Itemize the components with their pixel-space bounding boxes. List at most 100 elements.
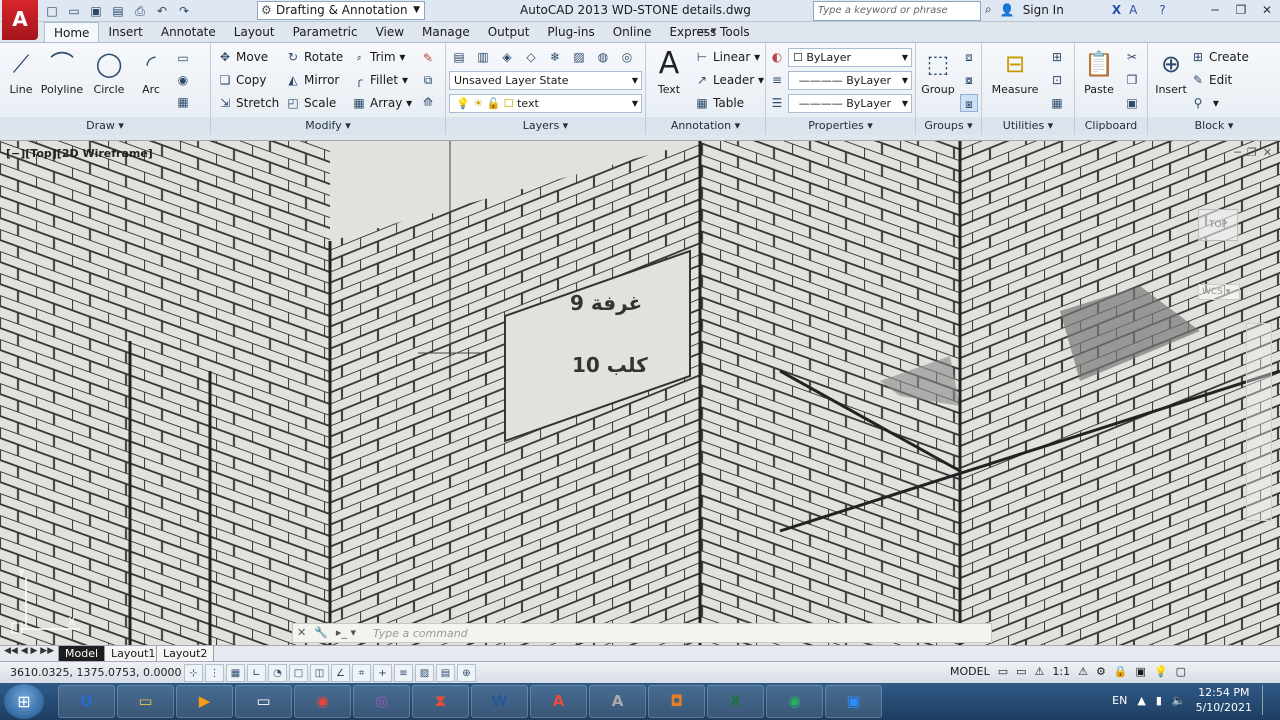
block-panel-label[interactable]: Block ▾ bbox=[1148, 117, 1280, 135]
isolate-objects-icon[interactable]: 💡 bbox=[1154, 665, 1168, 678]
linear-dimension-button[interactable]: ⊢ Linear ▾ bbox=[694, 47, 760, 67]
match-properties-icon[interactable]: ◐ bbox=[768, 48, 786, 66]
quick-view-drawings-icon[interactable]: ▭ bbox=[1016, 665, 1026, 678]
clipboard-panel-label[interactable]: Clipboard bbox=[1075, 117, 1147, 135]
quick-select-icon[interactable]: ⊞ bbox=[1048, 48, 1066, 66]
offset-icon[interactable]: ⟰ bbox=[419, 93, 437, 111]
undo-icon[interactable]: ↶ bbox=[154, 3, 170, 19]
mirror-button[interactable]: ◭ Mirror bbox=[285, 70, 339, 90]
file-explorer-icon[interactable]: ▭ bbox=[117, 685, 174, 718]
drawing-viewport[interactable]: [−][Top][2D Wireframe] ─ ❐ ✕ 9 غرفة 10 ك… bbox=[0, 140, 1280, 645]
clean-screen-icon[interactable]: ▢ bbox=[1176, 665, 1186, 678]
remote-desktop-icon[interactable]: ▭ bbox=[235, 685, 292, 718]
leader-button[interactable]: ↗ Leader ▾ bbox=[694, 70, 764, 90]
infer-constraints-icon[interactable]: ⊹ bbox=[184, 664, 203, 682]
rectangle-icon[interactable]: ▭ bbox=[174, 49, 192, 67]
coordinates-readout[interactable]: 3610.0325, 1375.0753, 0.0000 bbox=[10, 666, 181, 679]
zoom-icon[interactable]: ▣ bbox=[825, 685, 882, 718]
text-button[interactable]: A Text bbox=[652, 47, 686, 97]
workspace-switch-icon[interactable]: ⚙ bbox=[1096, 665, 1106, 678]
stretch-button[interactable]: ⇲ Stretch bbox=[217, 93, 279, 113]
calculator-icon[interactable]: ▦ bbox=[1048, 94, 1066, 112]
sign-in-link[interactable]: Sign In bbox=[1023, 3, 1064, 17]
3d-osnap-icon[interactable]: ◫ bbox=[310, 664, 329, 682]
plot-icon[interactable]: ⎙ bbox=[132, 3, 148, 19]
word-icon[interactable]: W bbox=[471, 685, 528, 718]
layer-walk-icon[interactable]: ◍ bbox=[594, 48, 612, 66]
tab-view[interactable]: View bbox=[367, 22, 413, 42]
excel-icon[interactable]: X bbox=[707, 685, 764, 718]
clock[interactable]: 12:54 PM 5/10/2021 bbox=[1196, 685, 1252, 715]
tab-layout2[interactable]: Layout2 bbox=[156, 646, 215, 662]
tab-layout[interactable]: Layout bbox=[225, 22, 284, 42]
region-icon[interactable]: ▦ bbox=[174, 93, 192, 111]
select-all-icon[interactable]: ⊡ bbox=[1048, 71, 1066, 89]
tab-model[interactable]: Model bbox=[58, 646, 106, 662]
media-player-icon[interactable]: ▶ bbox=[176, 685, 233, 718]
outlook-icon[interactable]: O bbox=[58, 685, 115, 718]
new-file-icon[interactable]: □ bbox=[44, 3, 60, 19]
tab-output[interactable]: Output bbox=[479, 22, 539, 42]
minimize-icon[interactable]: ─ bbox=[1234, 146, 1241, 159]
match-icon[interactable]: ▣ bbox=[1123, 94, 1141, 112]
linetype-dropdown[interactable]: ———— ByLayer ▼ bbox=[788, 71, 912, 90]
wcs-menu[interactable]: WCS ▾ bbox=[1198, 284, 1240, 300]
lock-icon[interactable]: 🔒 bbox=[1114, 665, 1128, 678]
quick-view-layouts-icon[interactable]: ▭ bbox=[998, 665, 1008, 678]
command-input[interactable]: Type a command bbox=[373, 627, 468, 640]
cut-icon[interactable]: ✂ bbox=[1123, 48, 1141, 66]
groups-panel-label[interactable]: Groups ▾ bbox=[916, 117, 981, 135]
start-button[interactable]: ⊞ bbox=[4, 684, 44, 719]
search-input[interactable]: Type a keyword or phrase bbox=[813, 1, 981, 21]
scale-button[interactable]: ◰ Scale bbox=[285, 93, 336, 113]
command-prompt-icon[interactable]: ▸_ ▾ bbox=[336, 626, 356, 639]
tab-plug-ins[interactable]: Plug-ins bbox=[538, 22, 603, 42]
acrobat-icon[interactable]: ⧗ bbox=[412, 685, 469, 718]
rotate-button[interactable]: ↻ Rotate bbox=[285, 47, 343, 67]
explode-icon[interactable]: ⧉ bbox=[419, 71, 437, 89]
camtasia-icon[interactable]: ◉ bbox=[766, 685, 823, 718]
grid-icon[interactable]: ▦ bbox=[226, 664, 245, 682]
tab-insert[interactable]: Insert bbox=[99, 22, 151, 42]
layers-panel-label[interactable]: Layers ▾ bbox=[446, 117, 645, 135]
tab-home[interactable]: Home bbox=[44, 22, 100, 42]
ortho-icon[interactable]: ∟ bbox=[247, 664, 266, 682]
show-desktop-icon[interactable] bbox=[1262, 685, 1270, 715]
layer-isolate-icon[interactable]: ◈ bbox=[498, 48, 516, 66]
tab-layout1[interactable]: Layout1 bbox=[104, 646, 163, 662]
command-line[interactable]: ✕ 🔧 ▸_ ▾ Type a command bbox=[292, 623, 992, 643]
screen-recorder-icon[interactable]: ◘ bbox=[648, 685, 705, 718]
exchange-icon[interactable]: X bbox=[1112, 3, 1121, 17]
snap-icon[interactable]: ⋮ bbox=[205, 664, 224, 682]
close-icon[interactable]: ✕ bbox=[1263, 146, 1272, 159]
restore-icon[interactable]: ❐ bbox=[1247, 146, 1257, 159]
otrack-icon[interactable]: ∠ bbox=[331, 664, 350, 682]
measure-button[interactable]: ⊟ Measure bbox=[988, 47, 1042, 96]
insert-button[interactable]: ⊕ Insert bbox=[1152, 47, 1190, 96]
utilities-panel-label[interactable]: Utilities ▾ bbox=[982, 117, 1074, 135]
close-icon[interactable]: ✕ bbox=[297, 626, 306, 639]
binoculars-icon[interactable]: ⌕ bbox=[985, 2, 992, 17]
volume-icon[interactable]: 🔈 bbox=[1172, 694, 1186, 707]
hatch-icon[interactable]: ◉ bbox=[174, 71, 192, 89]
save-as-icon[interactable]: ▤ bbox=[110, 3, 126, 19]
color-dropdown[interactable]: ☐ ByLayer ▼ bbox=[788, 48, 912, 67]
edit-block-button[interactable]: ✎ Edit bbox=[1190, 70, 1232, 90]
annotation-scale-value[interactable]: 1:1 bbox=[1052, 665, 1070, 678]
current-layer-dropdown[interactable]: 💡 ☀ 🔓 ☐ text ▼ bbox=[449, 94, 642, 113]
chrome-icon[interactable]: ◉ bbox=[294, 685, 351, 718]
tab-online[interactable]: Online bbox=[604, 22, 661, 42]
create-block-button[interactable]: ⊞ Create bbox=[1190, 47, 1249, 67]
move-button[interactable]: ✥ Move bbox=[217, 47, 268, 67]
group-edit-icon[interactable]: ⧇ bbox=[960, 71, 978, 89]
model-space-button[interactable]: MODEL bbox=[950, 665, 990, 678]
layer-freeze-icon[interactable]: ❄ bbox=[546, 48, 564, 66]
copy-clip-icon[interactable]: ❐ bbox=[1123, 71, 1141, 89]
navigation-bar[interactable] bbox=[1246, 323, 1272, 521]
array-button[interactable]: ▦ Array ▾ bbox=[351, 93, 412, 113]
polar-icon[interactable]: ◔ bbox=[268, 664, 287, 682]
tab-annotate[interactable]: Annotate bbox=[152, 22, 225, 42]
group-select-icon[interactable]: ⧆ bbox=[960, 94, 978, 112]
layer-lock-icon[interactable]: ▨ bbox=[570, 48, 588, 66]
redo-icon[interactable]: ↷ bbox=[176, 3, 192, 19]
